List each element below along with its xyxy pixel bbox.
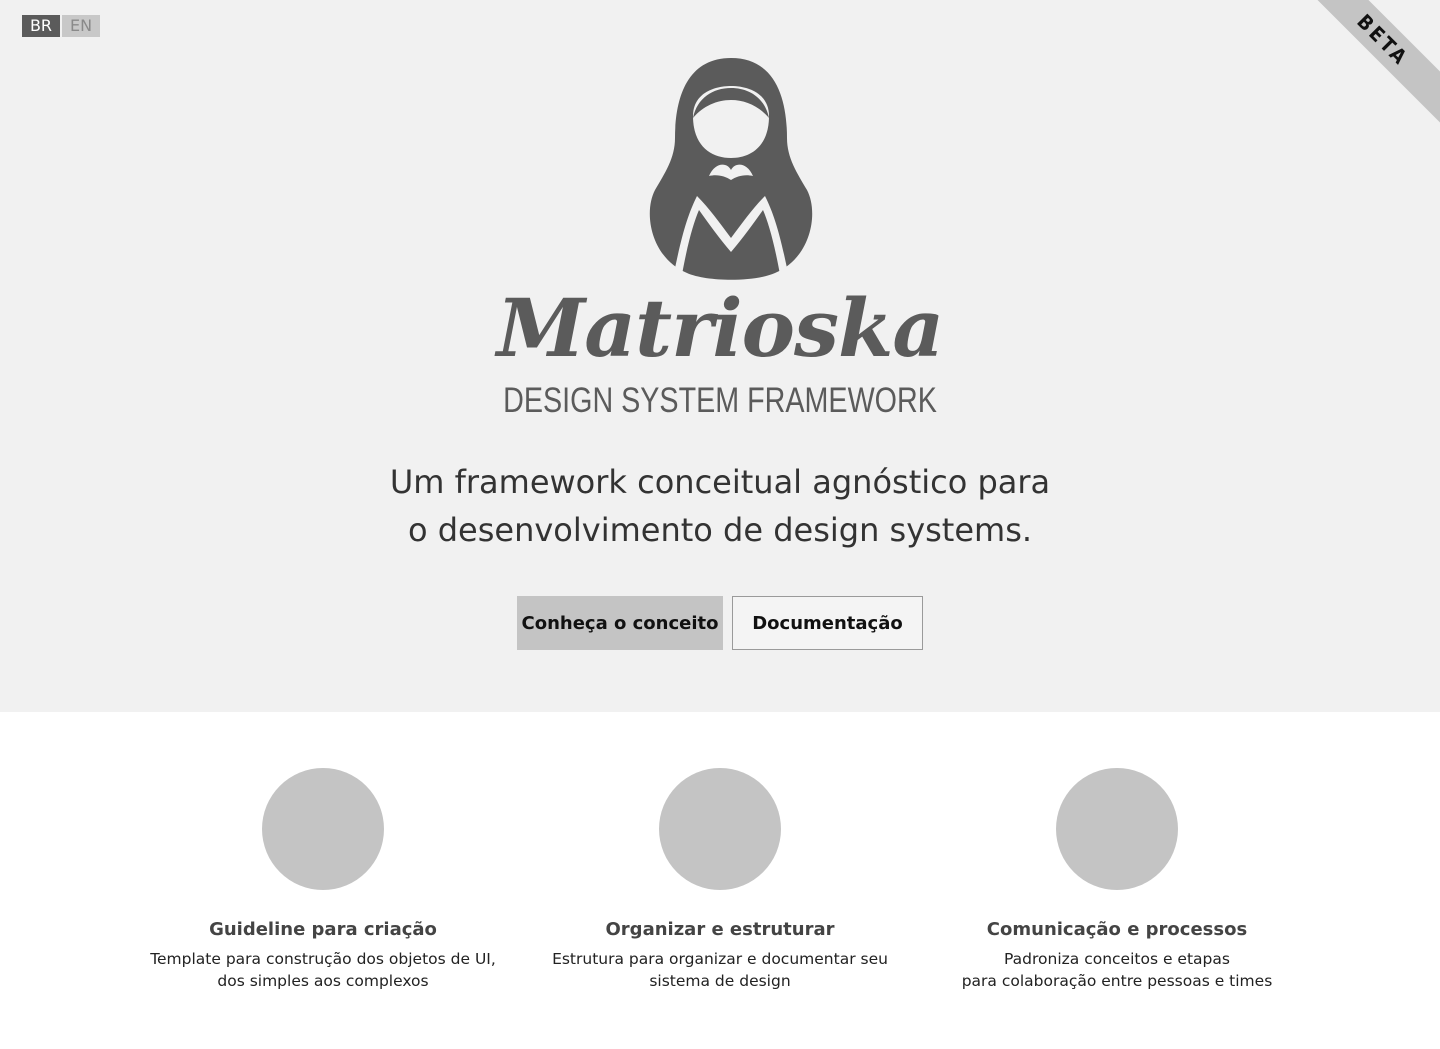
- language-switcher: BR EN: [22, 15, 100, 37]
- concept-button[interactable]: Conheça o conceito: [517, 596, 723, 650]
- documentation-button[interactable]: Documentação: [732, 596, 923, 650]
- feature-description-line: Template para construção dos objetos de …: [150, 950, 496, 968]
- beta-ribbon: BETA: [1296, 0, 1440, 127]
- feature-description-line: para colaboração entre pessoas e times: [961, 972, 1273, 990]
- feature-title: Comunicação e processos: [986, 919, 1248, 940]
- placeholder-circle-icon: [659, 768, 781, 890]
- language-option-br[interactable]: BR: [22, 15, 60, 37]
- logo-title: Matrioska: [496, 281, 945, 375]
- hero-section: BR EN BETA Matrioska DESIGN SYSTEM FRAME…: [0, 0, 1440, 712]
- placeholder-circle-icon: [1056, 768, 1178, 890]
- feature-description: Estrutura para organizar e documentar se…: [510, 948, 930, 992]
- feature-description-line: Estrutura para organizar e documentar se…: [552, 950, 888, 968]
- feature-title: Guideline para criação: [209, 919, 437, 940]
- feature-description-line: Padroniza conceitos e etapas: [1004, 950, 1230, 968]
- feature-description: Template para construção dos objetos de …: [113, 948, 533, 992]
- feature-description: Padroniza conceitos e etapas para colabo…: [907, 948, 1327, 992]
- tagline-line: Um framework conceitual agnóstico para: [389, 463, 1051, 501]
- tagline-line: o desenvolvimento de design systems.: [407, 511, 1033, 549]
- feature-title: Organizar e estruturar: [605, 919, 835, 940]
- language-option-en[interactable]: EN: [62, 15, 100, 37]
- logo-subtitle: DESIGN SYSTEM FRAMEWORK: [503, 381, 937, 420]
- matryoshka-doll-icon: [649, 58, 813, 280]
- features-section: Guideline para criação Template para con…: [0, 712, 1440, 1049]
- feature-card-communication: Comunicação e processos Padroniza concei…: [907, 768, 1327, 992]
- hero-tagline: Um framework conceitual agnóstico para o…: [0, 458, 1440, 554]
- feature-description-line: sistema de design: [649, 972, 791, 990]
- hero-actions: Conheça o conceito Documentação: [0, 596, 1440, 650]
- feature-description-line: dos simples aos complexos: [217, 972, 429, 990]
- placeholder-circle-icon: [262, 768, 384, 890]
- feature-card-guideline: Guideline para criação Template para con…: [113, 768, 533, 992]
- feature-card-organize: Organizar e estruturar Estrutura para or…: [510, 768, 930, 992]
